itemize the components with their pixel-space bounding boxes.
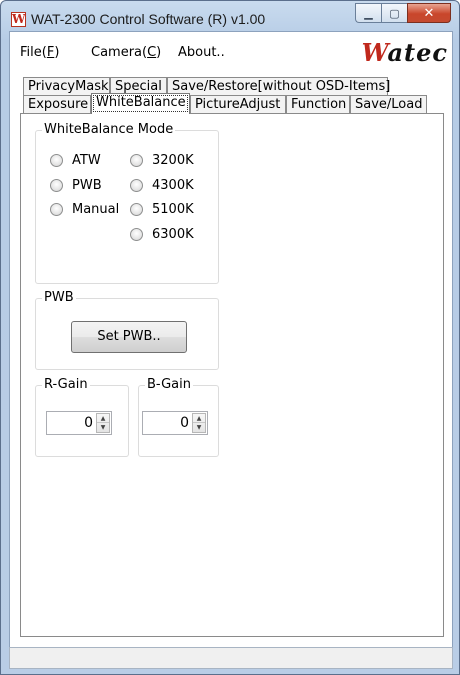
menu-file[interactable]: File(F) [20,45,59,60]
tab-whitebalance[interactable]: WhiteBalance [91,93,190,114]
maximize-button[interactable]: ▢ [381,3,407,23]
rgain-up-icon[interactable]: ▲ [97,414,109,423]
radio-5100k-circle[interactable] [130,203,143,216]
watec-logo: Watec [361,38,448,67]
tab-function[interactable]: Function [286,95,350,113]
bgain-down-icon[interactable]: ▼ [193,423,205,432]
tab-pictureadjust[interactable]: PictureAdjust [190,95,286,113]
bgain-group: B-Gain 0 ▲ ▼ [138,377,219,457]
bgain-spinbox[interactable]: 0 ▲ ▼ [142,411,208,435]
window-title: WAT-2300 Control Software (R) v1.00 [31,11,266,27]
radio-6300k-label: 6300K [152,227,194,242]
close-icon: ✕ [423,5,435,21]
whitebalance-mode-group: WhiteBalance Mode ATW PWB Manual 3200K 4… [35,122,219,284]
radio-atw-circle[interactable] [50,154,63,167]
app-icon[interactable]: W [11,12,26,27]
minimize-button[interactable]: ▁ [355,3,381,23]
client-area: File(F) Camera(C) About.. Watec PrivacyM… [9,31,453,668]
radio-4300k[interactable]: 4300K [130,178,194,193]
radio-3200k[interactable]: 3200K [130,153,194,168]
tab-save-load[interactable]: Save/Load [350,95,427,113]
title-bar[interactable]: W WAT-2300 Control Software (R) v1.00 ▁ … [1,1,459,31]
menu-about[interactable]: About.. [178,45,225,60]
rgain-title: R-Gain [42,377,90,392]
main-window: W WAT-2300 Control Software (R) v1.00 ▁ … [0,0,460,675]
radio-6300k[interactable]: 6300K [130,227,194,242]
bgain-up-icon[interactable]: ▲ [193,414,205,423]
radio-manual-label: Manual [72,202,120,217]
radio-manual[interactable]: Manual [50,202,119,217]
radio-atw[interactable]: ATW [50,153,101,168]
rgain-value[interactable]: 0 [84,415,93,431]
radio-5100k-label: 5100K [152,202,194,217]
radio-6300k-circle[interactable] [130,228,143,241]
radio-manual-circle[interactable] [50,203,63,216]
rgain-stepper[interactable]: ▲ ▼ [96,413,110,433]
close-button[interactable]: ✕ [407,3,451,23]
bgain-stepper[interactable]: ▲ ▼ [192,413,206,433]
radio-atw-label: ATW [72,153,101,168]
radio-pwb-circle[interactable] [50,179,63,192]
rgain-group: R-Gain 0 ▲ ▼ [35,377,129,457]
bgain-title: B-Gain [145,377,193,392]
minimize-icon: ▁ [364,6,373,20]
pwb-title: PWB [42,290,76,305]
radio-5100k[interactable]: 5100K [130,202,194,217]
set-pwb-button[interactable]: Set PWB.. [71,321,187,353]
bgain-value[interactable]: 0 [180,415,189,431]
tab-save-restore[interactable]: Save/Restore[without OSD-Items] [167,77,390,95]
menu-camera[interactable]: Camera(C) [91,45,161,60]
radio-4300k-label: 4300K [152,178,194,193]
radio-pwb-label: PWB [72,178,102,193]
rgain-spinbox[interactable]: 0 ▲ ▼ [46,411,112,435]
tab-exposure[interactable]: Exposure [23,95,91,113]
maximize-icon: ▢ [389,6,400,20]
radio-3200k-circle[interactable] [130,154,143,167]
whitebalance-panel: WhiteBalance Mode ATW PWB Manual 3200K 4… [20,113,444,637]
radio-3200k-label: 3200K [152,153,194,168]
window-controls: ▁ ▢ ✕ [355,3,451,23]
whitebalance-mode-title: WhiteBalance Mode [42,122,176,137]
radio-4300k-circle[interactable] [130,179,143,192]
status-bar [9,647,453,669]
rgain-down-icon[interactable]: ▼ [97,423,109,432]
pwb-group: PWB Set PWB.. [35,290,219,370]
menu-bar: File(F) Camera(C) About.. Watec [10,32,452,72]
radio-pwb[interactable]: PWB [50,178,102,193]
